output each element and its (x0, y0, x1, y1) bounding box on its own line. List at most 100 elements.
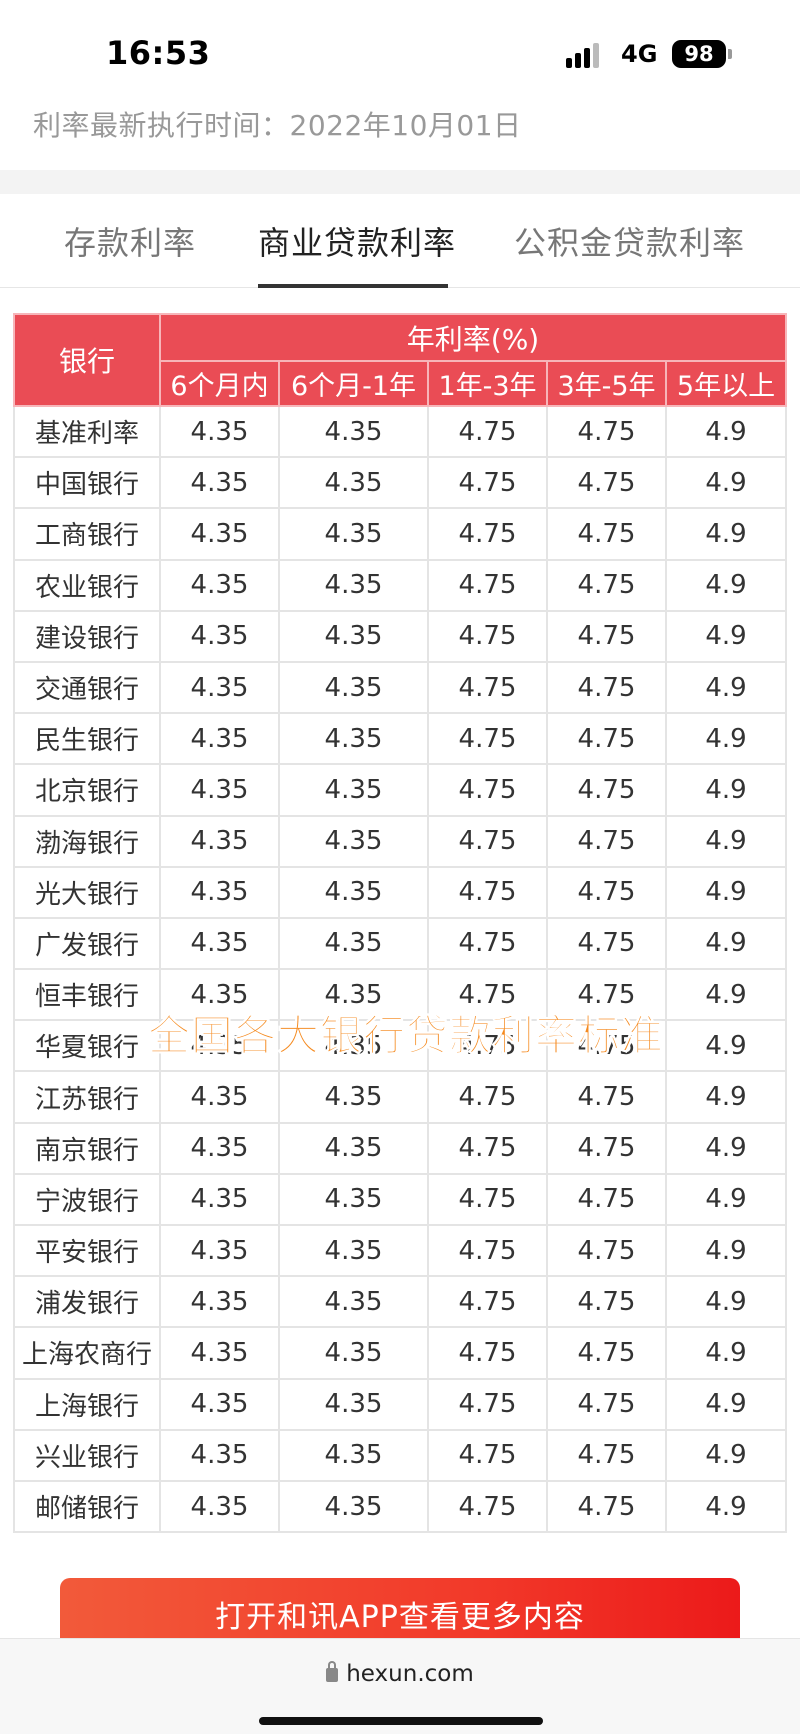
rate-cell: 4.35 (278, 1070, 429, 1124)
tab-deposit-rate[interactable]: 存款利率 (64, 218, 196, 264)
rate-cell: 4.9 (664, 1275, 788, 1329)
rate-cell: 4.35 (159, 1479, 280, 1534)
cellular-signal-icon (566, 42, 608, 68)
table-row: 渤海银行 4.35 4.35 4.75 4.75 4.9 (13, 814, 788, 868)
rate-cell: 4.9 (664, 558, 788, 612)
rate-cell: 4.9 (664, 968, 788, 1022)
rate-effective-date: 利率最新执行时间：2022年10月01日 (33, 109, 522, 142)
watermark-caption: 全国各大银行贷款利率标准 (147, 1011, 665, 1061)
rate-cell: 4.75 (546, 660, 667, 715)
home-indicator[interactable] (259, 1717, 543, 1725)
table-row: 中国银行 4.35 4.35 4.75 4.75 4.9 (13, 456, 788, 510)
rate-cell: 4.35 (278, 507, 429, 561)
rate-cell: 4.35 (159, 814, 280, 868)
rate-cell: 4.75 (427, 712, 548, 766)
rate-cell: 4.75 (427, 916, 548, 971)
rate-cell: 4.75 (546, 865, 667, 919)
table-row: 广发银行 4.35 4.35 4.75 4.75 4.9 (13, 916, 788, 971)
bank-name-cell: 民生银行 (13, 712, 161, 766)
rate-cell: 4.75 (427, 558, 548, 612)
rate-cell: 4.75 (427, 1223, 548, 1278)
bank-name-cell: 中国银行 (13, 456, 161, 510)
bank-name-cell: 恒丰银行 (13, 968, 161, 1022)
rate-cell: 4.75 (546, 609, 667, 663)
rate-cell: 4.35 (159, 712, 280, 766)
url-text: hexun.com (346, 1661, 474, 1687)
table-row: 平安银行 4.35 4.35 4.75 4.75 4.9 (13, 1223, 788, 1278)
rate-cell: 4.75 (546, 404, 667, 459)
rate-cell: 4.75 (546, 456, 667, 510)
rate-cell: 4.35 (278, 1479, 429, 1534)
rate-cell: 4.35 (159, 660, 280, 715)
rate-cell: 4.75 (546, 507, 667, 561)
rate-cell: 4.35 (159, 1172, 280, 1227)
tab-commercial-loan-rate[interactable]: 商业贷款利率 (258, 218, 456, 264)
network-type: 4G (621, 40, 658, 68)
rate-cell: 4.35 (159, 1275, 280, 1329)
rate-cell: 4.75 (546, 1377, 667, 1431)
rate-cell: 4.35 (278, 1275, 429, 1329)
rate-cell: 4.35 (159, 1377, 280, 1431)
rate-cell: 4.9 (664, 404, 788, 459)
rate-cell: 4.75 (546, 712, 667, 766)
table-row: 建设银行 4.35 4.35 4.75 4.75 4.9 (13, 609, 788, 663)
rate-cell: 4.75 (427, 1479, 548, 1534)
rate-cell: 4.9 (664, 456, 788, 510)
rate-cell: 4.35 (278, 609, 429, 663)
browser-bar: hexun.com (0, 1638, 800, 1734)
address-bar[interactable]: hexun.com (0, 1661, 800, 1687)
rate-cell: 4.75 (546, 1070, 667, 1124)
rate-cell: 4.9 (664, 1326, 788, 1380)
rate-cell: 4.35 (159, 1070, 280, 1124)
bank-name-cell: 南京银行 (13, 1121, 161, 1175)
rate-cell: 4.75 (427, 1326, 548, 1380)
term-column-header: 3年-5年 (546, 360, 667, 407)
bank-name-cell: 交通银行 (13, 660, 161, 715)
bank-name-cell: 平安银行 (13, 1223, 161, 1278)
bank-name-cell: 兴业银行 (13, 1428, 161, 1482)
table-row: 基准利率 4.35 4.35 4.75 4.75 4.9 (13, 404, 788, 459)
table-row: 交通银行 4.35 4.35 4.75 4.75 4.9 (13, 660, 788, 715)
rate-cell: 4.75 (427, 1172, 548, 1227)
rate-cell: 4.35 (278, 763, 429, 817)
rate-cell: 4.75 (546, 814, 667, 868)
rate-cell: 4.9 (664, 865, 788, 919)
rate-cell: 4.9 (664, 1070, 788, 1124)
bank-column-header: 银行 (13, 313, 161, 407)
table-row: 江苏银行 4.35 4.35 4.75 4.75 4.9 (13, 1070, 788, 1124)
bank-name-cell: 北京银行 (13, 763, 161, 817)
active-tab-indicator (258, 284, 448, 288)
rate-cell: 4.75 (427, 814, 548, 868)
bank-name-cell: 光大银行 (13, 865, 161, 919)
rate-cell: 4.75 (427, 404, 548, 459)
rate-cell: 4.35 (278, 1121, 429, 1175)
rate-cell: 4.35 (159, 404, 280, 459)
rate-cell: 4.75 (546, 763, 667, 817)
rate-cell: 4.35 (159, 609, 280, 663)
table-row: 光大银行 4.35 4.35 4.75 4.75 4.9 (13, 865, 788, 919)
rate-cell: 4.9 (664, 916, 788, 971)
bank-name-cell: 邮储银行 (13, 1479, 161, 1534)
bank-name-cell: 广发银行 (13, 916, 161, 971)
bank-name-cell: 建设银行 (13, 609, 161, 663)
battery-icon: 98 (672, 40, 726, 68)
tab-housing-fund-loan-rate[interactable]: 公积金贷款利率 (514, 218, 745, 264)
rate-cell: 4.9 (664, 660, 788, 715)
status-time: 16:53 (106, 34, 211, 72)
lock-icon (326, 1661, 339, 1682)
rate-cell: 4.35 (278, 712, 429, 766)
table-row: 工商银行 4.35 4.35 4.75 4.75 4.9 (13, 507, 788, 561)
table-row: 上海农商行 4.35 4.35 4.75 4.75 4.9 (13, 1326, 788, 1380)
rate-cell: 4.9 (664, 507, 788, 561)
table-row: 农业银行 4.35 4.35 4.75 4.75 4.9 (13, 558, 788, 612)
rate-cell: 4.75 (546, 1121, 667, 1175)
rate-cell: 4.75 (427, 1275, 548, 1329)
rate-cell: 4.35 (159, 456, 280, 510)
rate-cell: 4.35 (159, 1428, 280, 1482)
bank-name-cell: 农业银行 (13, 558, 161, 612)
rate-cell: 4.75 (427, 1121, 548, 1175)
bank-name-cell: 渤海银行 (13, 814, 161, 868)
rate-cell: 4.75 (546, 1326, 667, 1380)
rate-cell: 4.35 (278, 865, 429, 919)
rate-cell: 4.9 (664, 1428, 788, 1482)
